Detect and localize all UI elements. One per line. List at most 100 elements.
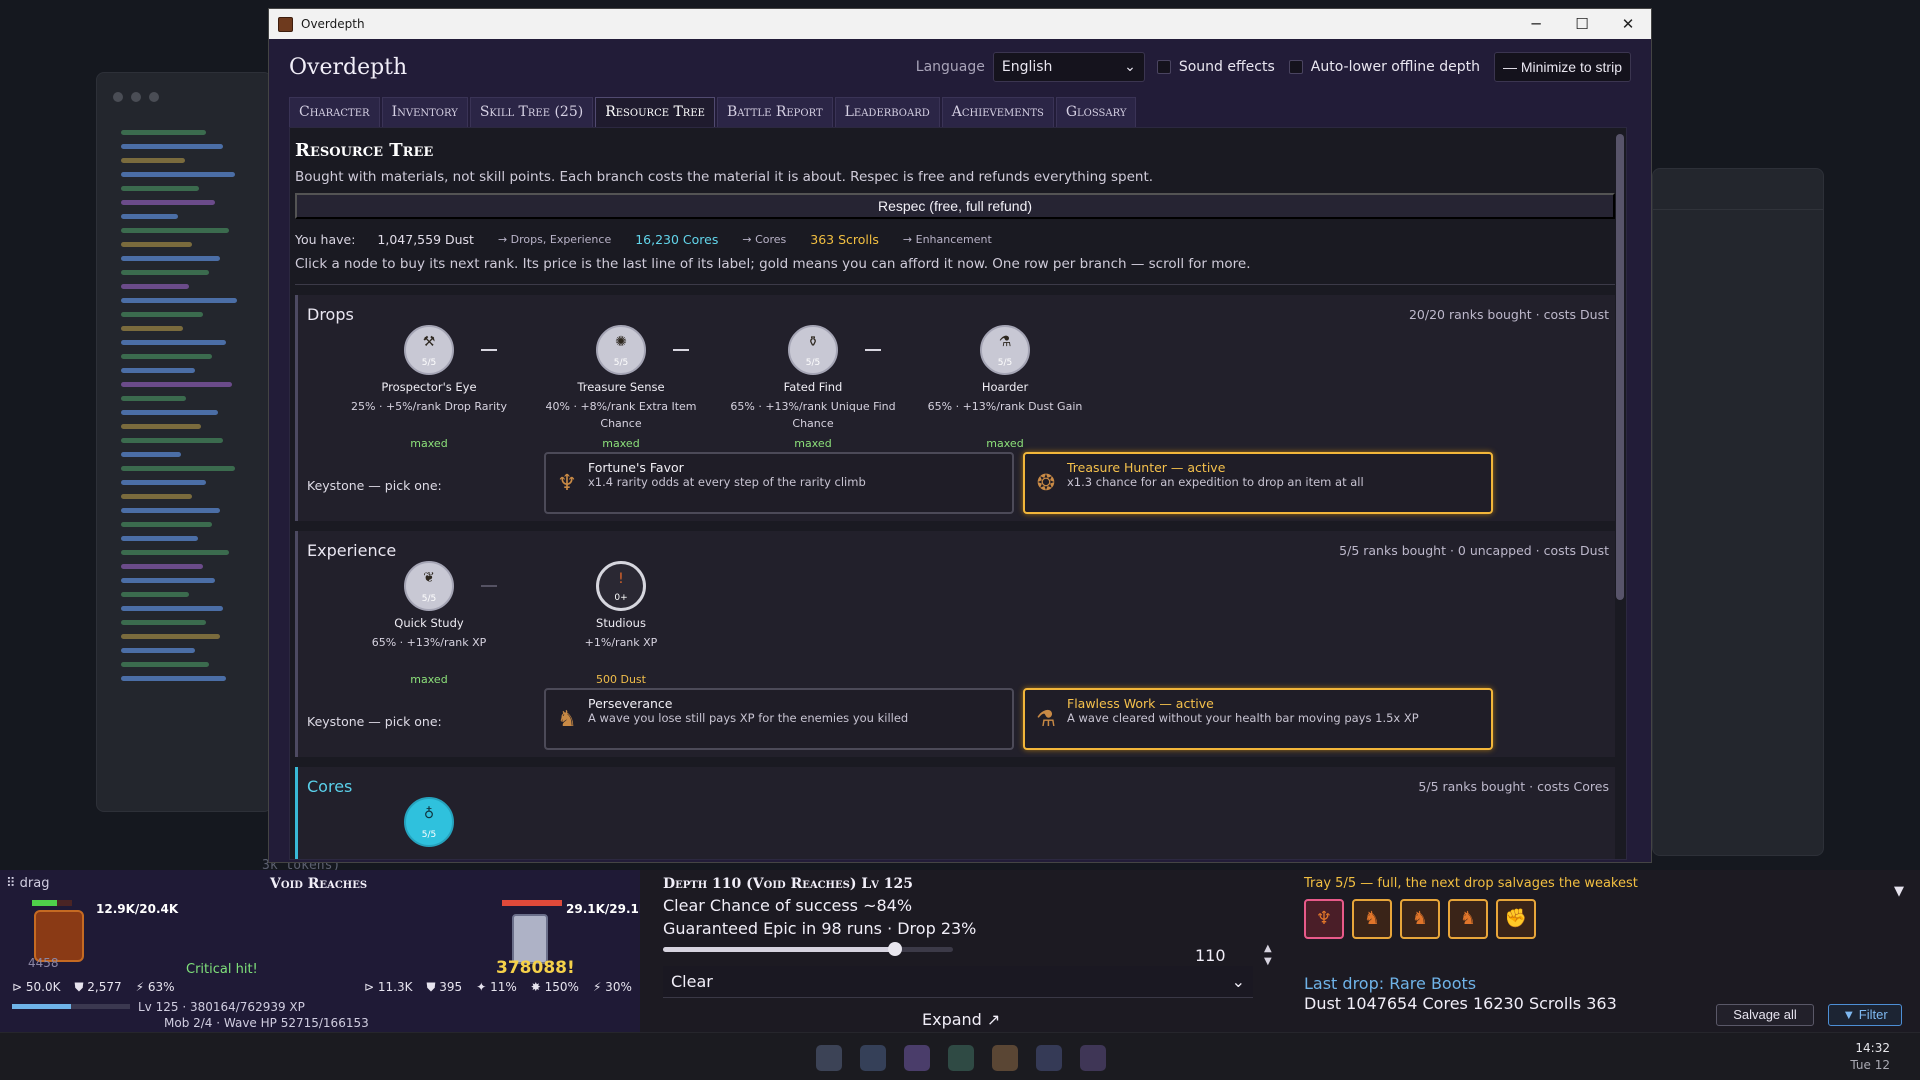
floating-number: 4458 xyxy=(28,956,59,970)
material-totals: Dust 1047654 Cores 16230 Scrolls 363 xyxy=(1304,994,1617,1013)
tray-slot-helm-icon[interactable]: ♆ xyxy=(1304,899,1344,939)
tab-leaderboard[interactable]: Leaderboard xyxy=(834,97,940,127)
tab-skill-tree[interactable]: Skill Tree (25) xyxy=(469,97,594,127)
depth-value[interactable]: 110 xyxy=(1195,946,1226,965)
minimize-to-strip-button[interactable]: — Minimize to strip xyxy=(1493,52,1631,82)
filter-button[interactable]: ▼ Filter xyxy=(1828,1004,1902,1026)
tab-glossary[interactable]: Glossary xyxy=(1055,97,1137,127)
keystone-flawless-work[interactable]: ⚗ Flawless Work — active A wave cleared … xyxy=(1023,688,1493,750)
keystone-desc: x1.4 rarity odds at every step of the ra… xyxy=(588,475,866,489)
node-hoarder[interactable]: ⚗ 5/5 Hoarder 65% · +13%/rank Dust Gain … xyxy=(915,325,1095,450)
expand-button[interactable]: Expand ↗ xyxy=(922,1010,1000,1029)
node-treasure-sense[interactable]: ✺ 5/5 Treasure Sense 40% · +8%/rank Extr… xyxy=(531,325,711,450)
taskbar-app-icon[interactable] xyxy=(1080,1045,1106,1071)
last-drop[interactable]: Last drop: Rare Boots xyxy=(1304,974,1476,993)
node-effect: 40% · +8%/rank Extra Item Chance xyxy=(545,400,697,430)
node-status: maxed xyxy=(602,437,640,450)
mode-select[interactable]: Clear ⌄ xyxy=(663,966,1253,998)
taskbar-app-icon[interactable] xyxy=(992,1045,1018,1071)
node-name: Prospector's Eye xyxy=(381,380,477,394)
level-line: Lv 125 · 380164/762939 XP xyxy=(138,1000,305,1014)
xp-bar xyxy=(12,1004,130,1009)
node-rank: 0+ xyxy=(614,593,628,603)
language-select[interactable]: English ⌄ xyxy=(992,52,1145,82)
minimize-window-icon[interactable]: ─ xyxy=(1513,15,1559,33)
node-name: Studious xyxy=(596,616,646,630)
taskbar-app-icon[interactable] xyxy=(904,1045,930,1071)
battle-view: ⠿ drag Void Reaches 12.9K/20.4K 29.1K/29… xyxy=(0,870,640,1032)
core-icon: ♁ xyxy=(423,806,435,822)
node-effect: 65% · +13%/rank XP xyxy=(371,636,487,649)
node-connector xyxy=(865,349,881,351)
node-orb[interactable]: ⚗ 5/5 xyxy=(980,325,1030,375)
enemy-stats: ⊳ 11.3K ⛊ 395 ✦ 11% ✸ 150% ⚡ 30% xyxy=(364,980,632,995)
taskbar-app-icon[interactable] xyxy=(948,1045,974,1071)
node-orb[interactable]: ⚱ 5/5 xyxy=(788,325,838,375)
window-dots xyxy=(113,87,167,106)
hero-sprite xyxy=(34,910,84,962)
section-description: Bought with materials, not skill points.… xyxy=(295,169,1154,185)
node-name: Fated Find xyxy=(783,380,843,394)
sound-effects-checkbox[interactable]: Sound effects xyxy=(1156,59,1275,75)
potion-icon: ⚗ xyxy=(1036,707,1056,732)
close-window-icon[interactable]: ✕ xyxy=(1605,15,1651,33)
tab-inventory[interactable]: Inventory xyxy=(381,97,468,127)
drag-handle[interactable]: ⠿ drag xyxy=(6,876,49,891)
node-cores-first[interactable]: ♁ 5/5 xyxy=(339,797,519,847)
hud-strip: ⠿ drag Void Reaches 12.9K/20.4K 29.1K/29… xyxy=(0,870,1920,1032)
node-rank: 5/5 xyxy=(421,830,437,840)
branch-status: 5/5 ranks bought · 0 uncapped · costs Du… xyxy=(1339,543,1609,558)
tray-slot-boots-icon[interactable]: ♞ xyxy=(1400,899,1440,939)
node-orb[interactable]: ❦ 5/5 xyxy=(404,561,454,611)
taskbar-app-icon[interactable] xyxy=(1036,1045,1062,1071)
key-icon: ⚱ xyxy=(807,334,819,350)
node-orb[interactable]: ✺ 5/5 xyxy=(596,325,646,375)
node-orb[interactable]: ♁ 5/5 xyxy=(404,797,454,847)
taskbar: 14:32 Tue 12 xyxy=(0,1032,1920,1080)
node-name: Quick Study xyxy=(394,616,464,630)
node-connector xyxy=(481,349,497,351)
tray-slot-gauntlet-icon[interactable]: ✊ xyxy=(1496,899,1536,939)
node-studious[interactable]: ǃ 0+ Studious +1%/rank XP 500 Dust xyxy=(531,561,711,686)
tab-achievements[interactable]: Achievements xyxy=(941,97,1054,127)
title-bar[interactable]: Overdepth ─ ☐ ✕ xyxy=(269,9,1651,39)
collapse-caret-icon[interactable]: ▼ xyxy=(1894,884,1904,899)
mode-value: Clear xyxy=(671,972,713,991)
node-quick-study[interactable]: ❦ 5/5 Quick Study 65% · +13%/rank XP max… xyxy=(339,561,519,686)
depth-stepper[interactable]: ▲ ▼ xyxy=(1264,942,1272,968)
pickaxe-icon: ⚒ xyxy=(422,334,436,350)
checkbox-box[interactable] xyxy=(1288,60,1303,74)
node-orb[interactable]: ǃ 0+ xyxy=(596,561,646,611)
keystone-perseverance[interactable]: ♞ Perseverance A wave you lose still pay… xyxy=(544,688,1014,750)
tab-resource-tree[interactable]: Resource Tree xyxy=(595,97,715,127)
branch-name: Drops xyxy=(307,305,354,324)
scrollbar[interactable] xyxy=(1616,134,1624,600)
epic-guarantee: Guaranteed Epic in 98 runs · Drop 23% xyxy=(663,919,977,938)
node-orb[interactable]: ⚒ 5/5 xyxy=(404,325,454,375)
node-price: 500 Dust xyxy=(596,673,646,686)
node-rank: 5/5 xyxy=(421,358,437,368)
tray-slot-boots-icon[interactable]: ♞ xyxy=(1448,899,1488,939)
enemy-hp-bar xyxy=(502,900,562,906)
checkbox-box[interactable] xyxy=(1156,60,1171,74)
maximize-window-icon[interactable]: ☐ xyxy=(1559,15,1605,33)
tab-character[interactable]: Character xyxy=(289,97,380,127)
depth-slider[interactable] xyxy=(663,942,953,956)
salvage-all-button[interactable]: Salvage all xyxy=(1716,1004,1814,1026)
node-status: maxed xyxy=(410,437,448,450)
system-clock[interactable]: 14:32 Tue 12 xyxy=(1850,1040,1890,1074)
respec-button[interactable]: Respec (free, full refund) xyxy=(295,193,1615,219)
tab-battle-report[interactable]: Battle Report xyxy=(716,97,833,127)
keystone-fortunes-favor[interactable]: ♆ Fortune's Favor x1.4 rarity odds at ev… xyxy=(544,452,1014,514)
taskbar-app-icon[interactable] xyxy=(860,1045,886,1071)
node-status: maxed xyxy=(794,437,832,450)
slider-knob[interactable] xyxy=(888,942,902,956)
branch-cores: Cores 5/5 ranks bought · costs Cores ♁ 5… xyxy=(295,767,1615,859)
node-fated-find[interactable]: ⚱ 5/5 Fated Find 65% · +13%/rank Unique … xyxy=(723,325,903,450)
keystone-treasure-hunter[interactable]: ❂ Treasure Hunter — active x1.3 chance f… xyxy=(1023,452,1493,514)
enemy-speed: ⚡ 30% xyxy=(592,980,632,994)
node-prospectors-eye[interactable]: ⚒ 5/5 Prospector's Eye 25% · +5%/rank Dr… xyxy=(339,325,519,450)
taskbar-app-icon[interactable] xyxy=(816,1045,842,1071)
tray-slot-boots-icon[interactable]: ♞ xyxy=(1352,899,1392,939)
auto-lower-checkbox[interactable]: Auto-lower offline depth xyxy=(1288,59,1480,75)
